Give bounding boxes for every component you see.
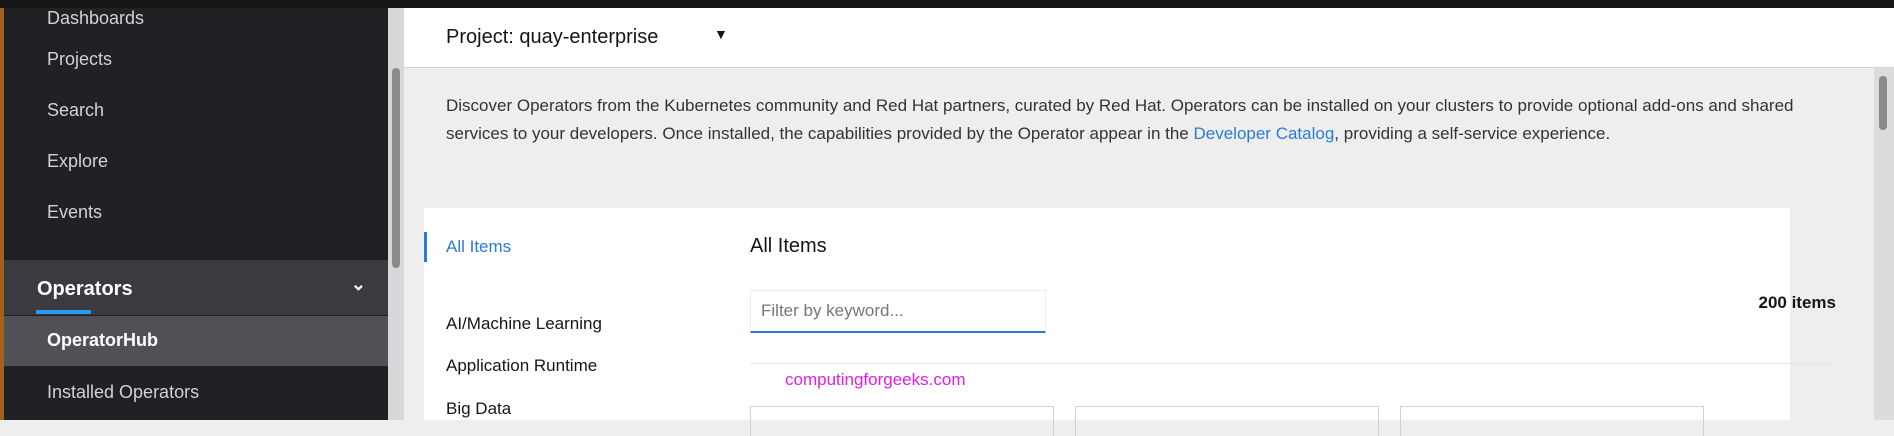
active-category-indicator [424,232,427,262]
top-bar [0,0,1894,8]
nav-explore[interactable]: Explore [47,151,108,172]
project-selector[interactable]: Project: quay-enterprise [446,26,658,49]
nav-dashboards[interactable]: Dashboards [47,8,144,29]
active-section-underline [36,310,91,314]
page-description: Discover Operators from the Kubernetes c… [446,92,1806,148]
category-application-runtime[interactable]: Application Runtime [446,356,597,376]
operators-label: Operators [37,278,133,300]
developer-catalog-link[interactable]: Developer Catalog [1193,124,1334,143]
nav-operatorhub[interactable]: OperatorHub [4,316,388,366]
category-big-data[interactable]: Big Data [446,399,511,419]
divider [750,363,1836,364]
nav-installed-operators[interactable]: Installed Operators [47,382,199,403]
operator-tile[interactable] [1400,406,1704,436]
operator-tile[interactable] [750,406,1054,436]
catalog-title: All Items [750,235,827,257]
nav-search[interactable]: Search [47,100,104,121]
sidebar: Dashboards Projects Search Explore Event… [4,8,388,420]
operatorhub-label: OperatorHub [47,330,159,350]
sidebar-scrollbar-thumb[interactable] [392,68,400,268]
operator-tile[interactable] [1075,406,1379,436]
project-header: Project: quay-enterprise ▼ [404,8,1894,68]
nav-section-operators[interactable]: Operators ⌄ [4,260,388,315]
item-count: 200 items [1758,293,1837,312]
watermark: computingforgeeks.com [785,370,966,389]
chevron-down-icon: ⌄ [350,274,366,294]
description-text-end: , providing a self-service experience. [1334,124,1611,143]
operator-catalog: All Items AI/Machine Learning Applicatio… [424,208,1836,436]
filter-input[interactable] [750,290,1046,333]
main-scrollbar-thumb[interactable] [1879,76,1887,130]
category-all-items[interactable]: All Items [446,237,511,257]
nav-projects[interactable]: Projects [47,49,112,70]
caret-down-icon[interactable]: ▼ [714,26,728,42]
nav-events[interactable]: Events [47,202,102,223]
category-ai-ml[interactable]: AI/Machine Learning [446,314,602,334]
